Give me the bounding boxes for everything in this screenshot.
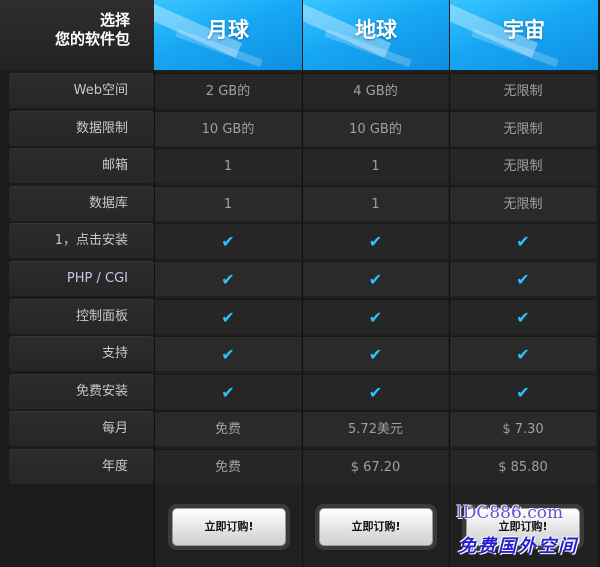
plan-header-earth: 地球 xyxy=(303,0,449,70)
row-label: PHP / CGI xyxy=(9,261,154,296)
corner-title-line2: 您的软件包 xyxy=(54,30,130,48)
check-icon: ✔ xyxy=(450,336,596,371)
check-icon: ✔ xyxy=(155,374,301,409)
row-label: 控制面板 xyxy=(9,299,154,334)
table-cell: $ 7.30 xyxy=(450,411,596,446)
check-icon: ✔ xyxy=(450,299,596,334)
table-cell: 无限制 xyxy=(450,186,596,221)
pricing-table: 选择 您的软件包 月球 地球 宇宙 Web空间 2 GB的 4 GB的 无限制 数据限制… xyxy=(0,0,600,567)
check-icon: ✔ xyxy=(155,223,301,258)
check-icon: ✔ xyxy=(450,223,596,258)
row-label: 1，点击安装 xyxy=(9,223,154,258)
table-cell: 免费 xyxy=(155,411,301,446)
table-cell: 1 xyxy=(155,186,301,221)
row-label: 支持 xyxy=(9,336,154,371)
table-cell: 无限制 xyxy=(450,73,596,108)
check-icon: ✔ xyxy=(303,223,448,258)
check-icon: ✔ xyxy=(450,261,596,296)
row-label: 数据限制 xyxy=(9,111,154,146)
table-cell: 1 xyxy=(303,186,448,221)
check-icon: ✔ xyxy=(155,261,301,296)
table-cell: 10 GB的 xyxy=(303,111,448,146)
table-cell: $ 67.20 xyxy=(303,449,448,484)
table-cell: 10 GB的 xyxy=(155,111,301,146)
check-icon: ✔ xyxy=(155,336,301,371)
table-corner-title: 选择 您的软件包 xyxy=(0,0,154,70)
table-cell: 无限制 xyxy=(450,148,596,183)
plan-name: 地球 xyxy=(355,17,397,42)
row-label: 每月 xyxy=(9,411,154,446)
plan-header-universe: 宇宙 xyxy=(450,0,598,70)
row-label: 年度 xyxy=(9,449,154,484)
check-icon: ✔ xyxy=(450,374,596,409)
table-cell: $ 85.80 xyxy=(450,449,596,484)
row-label: 免费安装 xyxy=(9,374,154,409)
table-cell: 1 xyxy=(155,148,301,183)
check-icon: ✔ xyxy=(303,374,448,409)
table-cell: 5.72美元 xyxy=(303,411,448,446)
check-icon: ✔ xyxy=(303,299,448,334)
row-label: 邮箱 xyxy=(9,148,154,183)
check-icon: ✔ xyxy=(303,261,448,296)
table-cell: 4 GB的 xyxy=(303,73,448,108)
plan-header-moon: 月球 xyxy=(154,0,302,70)
row-label: Web空间 xyxy=(9,73,154,108)
order-button-earth[interactable]: 立即订购! xyxy=(319,508,433,546)
watermark-caption: 免费国外空间 xyxy=(458,536,578,557)
table-cell: 2 GB的 xyxy=(155,73,301,108)
row-label: 数据库 xyxy=(9,186,154,221)
table-cell: 免费 xyxy=(155,449,301,484)
order-button-moon[interactable]: 立即订购! xyxy=(172,508,286,546)
table-cell: 无限制 xyxy=(450,111,596,146)
check-icon: ✔ xyxy=(155,299,301,334)
watermark-domain: IDC886.com xyxy=(456,503,564,523)
plan-name: 宇宙 xyxy=(503,17,545,42)
table-cell: 1 xyxy=(303,148,448,183)
plan-name: 月球 xyxy=(207,17,249,42)
corner-title-line1: 选择 xyxy=(99,11,130,29)
check-icon: ✔ xyxy=(303,336,448,371)
